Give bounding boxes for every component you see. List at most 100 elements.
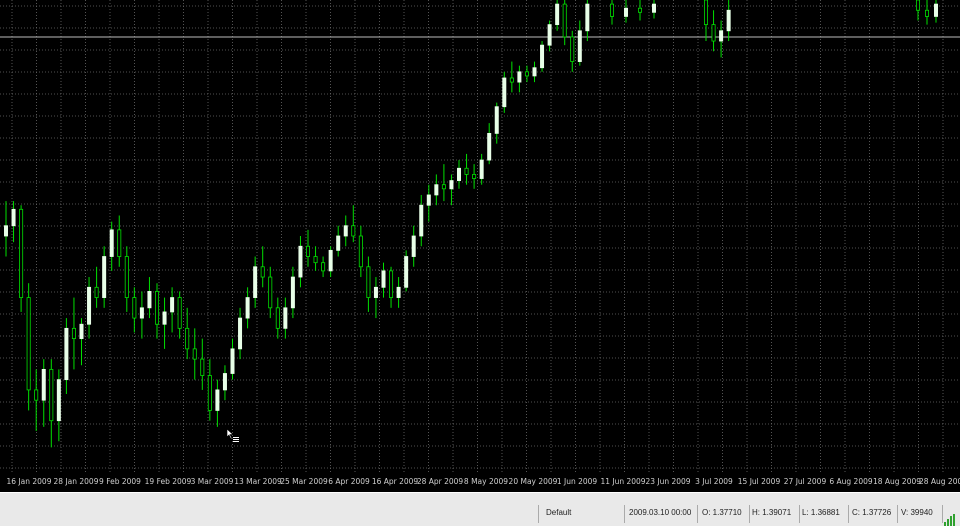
status-profile[interactable]: Default — [546, 503, 571, 523]
candle — [87, 277, 92, 339]
candle-body-bull — [336, 235, 341, 251]
candle-body-bull — [396, 286, 401, 298]
candle-body-bull — [411, 235, 416, 257]
time-tick-label: 1 Jun 2009 — [556, 477, 598, 486]
time-tick-label: 9 Feb 2009 — [99, 477, 141, 486]
candle-body-bear — [313, 256, 318, 264]
candle — [200, 338, 205, 390]
chart-area[interactable] — [0, 0, 960, 472]
candle-body-bull — [109, 229, 114, 257]
candle-body-bull — [41, 368, 46, 401]
candle — [373, 277, 378, 319]
candle — [102, 246, 107, 308]
candle-body-bear — [321, 262, 326, 272]
candle — [260, 246, 265, 288]
candle-body-bear — [509, 77, 514, 83]
candle-body-bear — [610, 3, 615, 17]
candle-body-bear — [389, 270, 394, 298]
candle — [19, 205, 24, 312]
time-tick-label: 16 Apr 2009 — [371, 477, 419, 486]
time-tick-label: 3 Jul 2009 — [695, 477, 733, 486]
candle-body-bear — [441, 184, 446, 190]
candle-body-bull — [147, 291, 152, 309]
candle — [916, 0, 921, 21]
time-tick-label: 6 Apr 2009 — [328, 477, 370, 486]
candle-body-bull — [170, 297, 175, 313]
status-low: L: 1.36881 — [802, 508, 840, 517]
candle-body-bear — [464, 167, 469, 175]
candle — [343, 215, 348, 247]
candle — [253, 256, 258, 308]
status-bar: Default 2009.03.10 00:00 O: 1.37710 H: 1… — [0, 492, 960, 526]
candle — [56, 369, 61, 442]
candle-body-bear — [562, 3, 567, 38]
candle-body-bear — [34, 389, 39, 401]
candle-body-bear — [192, 348, 197, 360]
candle-body-bull — [652, 3, 657, 13]
candle-body-bear — [260, 266, 265, 278]
status-open: O: 1.37710 — [702, 508, 742, 517]
status-datetime: 2009.03.10 00:00 — [629, 508, 692, 517]
time-tick-label: 6 Aug 2009 — [829, 477, 873, 486]
candle-body-bear — [366, 266, 371, 298]
time-axis: 16 Jan 2009 28 Jan 2009 9 Feb 2009 19 Feb 2… — [0, 472, 960, 492]
candle-body-bull — [585, 3, 590, 32]
candle-body-bull — [215, 389, 220, 411]
candle-body-bear — [570, 36, 575, 62]
candle — [351, 205, 356, 243]
candle — [305, 229, 310, 267]
connection-bars-icon[interactable] — [944, 507, 958, 526]
time-tick-label: 16 Jan 2009 — [6, 477, 52, 486]
candle — [472, 164, 477, 189]
candle — [404, 250, 409, 292]
candle — [389, 266, 394, 308]
candle-body-bear — [524, 71, 529, 77]
candle — [230, 338, 235, 380]
candle-body-bear — [207, 375, 212, 411]
candle-body-bull — [381, 270, 386, 288]
candle — [238, 307, 243, 360]
candle — [34, 369, 39, 431]
candle — [245, 287, 250, 329]
candle-body-bear — [704, 0, 709, 26]
candle-body-bull — [934, 3, 939, 17]
candle — [464, 153, 469, 185]
candlestick-chart[interactable] — [0, 0, 960, 472]
time-tick-label: 15 Jul 2009 — [737, 477, 781, 486]
candle — [411, 225, 416, 267]
candle — [449, 174, 454, 206]
time-tick-label: 27 Jul 2009 — [783, 477, 827, 486]
candle — [222, 365, 227, 401]
candle — [268, 266, 273, 319]
candle — [117, 215, 122, 267]
status-divider — [848, 505, 849, 523]
candle-body-bear — [94, 286, 99, 298]
candle — [426, 184, 431, 222]
candle-body-bull — [64, 327, 69, 381]
status-close: C: 1.37726 — [852, 508, 892, 517]
candle — [570, 30, 575, 72]
candle — [419, 194, 424, 247]
candle — [177, 291, 182, 339]
candle-body-bull — [238, 317, 243, 350]
candle-body-bear — [275, 307, 280, 329]
candle-body-bull — [726, 9, 731, 32]
candle — [934, 0, 939, 23]
candle-body-bull — [719, 30, 724, 42]
candle — [509, 61, 514, 93]
candle-body-bear — [268, 276, 273, 309]
candle-body-bull — [253, 266, 258, 298]
candle-body-bear — [154, 291, 159, 325]
candle-body-bear — [185, 327, 190, 350]
candle-body-bull — [245, 297, 250, 319]
candle — [321, 256, 326, 278]
candle — [562, 0, 567, 46]
time-tick-label: 28 Jan 2009 — [53, 477, 99, 486]
time-tick-label: 13 Mar 2009 — [234, 477, 282, 486]
candle — [517, 65, 522, 93]
candle-body-bull — [79, 323, 84, 340]
candle-body-bull — [547, 24, 552, 46]
candle — [532, 61, 537, 83]
time-tick-label: 20 May 2009 — [508, 477, 558, 486]
candle-body-bull — [434, 184, 439, 196]
